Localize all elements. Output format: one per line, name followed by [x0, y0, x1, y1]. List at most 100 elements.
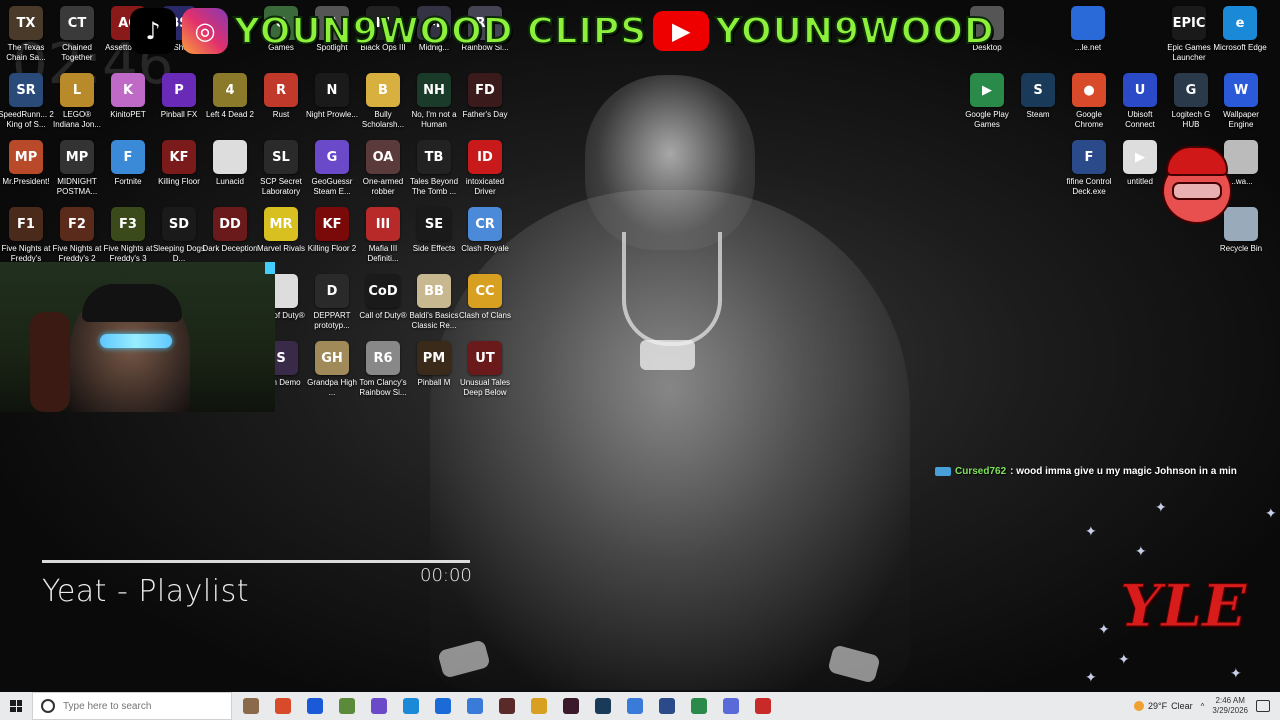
app-icon [213, 140, 247, 174]
desktop-icon[interactable]: ● Google Chrome [1064, 70, 1114, 132]
desktop-icon-label: Rust [272, 110, 290, 119]
desktop-icon-label: Mafia III Definiti... [367, 244, 399, 263]
desktop-icon[interactable]: B Bully Scholarsh... [358, 70, 408, 132]
search-input[interactable] [61, 699, 215, 713]
weather-desc: Clear [1171, 701, 1193, 711]
app-icon: III [366, 207, 400, 241]
desktop-icon[interactable]: W Wallpaper Engine [1216, 70, 1266, 132]
desktop-icon[interactable]: G GeoGuessr Steam E... [307, 137, 357, 199]
taskbar-clock[interactable]: 2:46 AM 3/29/2026 [1212, 696, 1248, 716]
desktop-icon[interactable]: MP Mr.President! [1, 137, 51, 199]
desktop-icon[interactable]: UT Unusual Tales Deep Below [460, 338, 510, 400]
desktop-icon-label: Five Nights at Freddy's 2 [52, 244, 102, 263]
desktop-icon[interactable]: G Logitech G HUB [1166, 70, 1216, 132]
start-button[interactable] [0, 692, 32, 720]
taskbar-app-file-app[interactable] [238, 692, 264, 720]
app-icon: BB [417, 274, 451, 308]
desktop-icon[interactable]: F2 Five Nights at Freddy's 2 [52, 204, 102, 266]
desktop-icon[interactable]: TB Tales Beyond The Tomb ... [409, 137, 459, 199]
taskbar-app-facebook-app[interactable] [302, 692, 328, 720]
desktop-icon[interactable]: CT Chained Together [52, 3, 102, 65]
desktop-icon[interactable]: CR Clash Royale [460, 204, 510, 266]
taskbar-app-obs-app[interactable] [558, 692, 584, 720]
app-icon: SL [264, 140, 298, 174]
desktop-icon[interactable]: MR Marvel Rivals [256, 204, 306, 266]
desktop-icon[interactable]: Ffifine Control Deck.exe [1064, 137, 1114, 199]
desktop-icon[interactable]: SD Sleeping Dogs D... [153, 204, 205, 266]
desktop-icon[interactable]: ▶ Google Play Games [962, 70, 1012, 132]
notification-icon[interactable] [1256, 700, 1270, 712]
desktop-icon[interactable]: ID intoxicated Driver [460, 137, 510, 199]
desktop-icon[interactable]: DD Dark Deception [202, 204, 258, 266]
taskbar-search[interactable] [32, 692, 232, 720]
desktop-icon-label: Lunacid [215, 177, 245, 186]
desktop-icon[interactable]: R6 Tom Clancy's Rainbow Si... [358, 338, 408, 400]
desktop-icon-label: fifine Control Deck.exe [1066, 177, 1112, 196]
desktop-icon[interactable]: U Ubisoft Connect [1115, 70, 1165, 132]
desktop-icon[interactable]: PM Pinball M [409, 338, 459, 400]
desktop-icon[interactable]: III Mafia III Definiti... [358, 204, 408, 266]
desktop-icon[interactable]: CC Clash of Clans [458, 271, 512, 333]
desktop-icon[interactable]: N Night Prowle... [306, 70, 358, 132]
explorer-app-icon [531, 698, 547, 714]
taskbar-app-media-app[interactable] [622, 692, 648, 720]
app-icon: F1 [9, 207, 43, 241]
desktop-icon[interactable]: FD Father's Day [460, 70, 510, 132]
app-icon: EPIC [1172, 6, 1206, 40]
taskbar-app-chrome-app[interactable] [270, 692, 296, 720]
desktop-icon[interactable]: SE Side Effects [409, 204, 459, 266]
app-icon: K [111, 73, 145, 107]
app-icon: KF [162, 140, 196, 174]
desktop-icon[interactable]: L LEGO® Indiana Jon... [52, 70, 102, 132]
desktop-icon[interactable]: K KinitoPET [103, 70, 153, 132]
desktop-icon[interactable]: MP MIDNIGHT POSTMA... [52, 137, 102, 199]
desktop-icon[interactable]: TX The Texas Chain Sa... [1, 3, 51, 65]
desktop-icon[interactable]: NH No, I'm not a Human [409, 70, 459, 132]
desktop-icon[interactable]: S Steam [1013, 70, 1063, 132]
desktop-icon[interactable]: F Fortnite [103, 137, 153, 199]
desktop-icon[interactable]: ...le.net [1063, 3, 1113, 65]
desktop-icon[interactable]: OA One-armed robber [358, 137, 408, 199]
taskbar-app-discord-app[interactable] [718, 692, 744, 720]
wallpaper-figure-head [585, 75, 755, 250]
app-icon: F [1072, 140, 1106, 174]
taskbar-app-explorer-app[interactable] [526, 692, 552, 720]
music-time: 00:00 [420, 565, 472, 586]
taskbar-app-mail-app[interactable] [462, 692, 488, 720]
desktop-icon[interactable]: P Pinball FX [154, 70, 204, 132]
desktop-icon[interactable]: BB Baldi's Basics Classic Re... [409, 271, 459, 333]
desktop-icon[interactable]: R Rust [256, 70, 306, 132]
desktop-icon[interactable]: D DEPPART prototyp... [307, 271, 357, 333]
taskbar-app-roblox-app[interactable] [494, 692, 520, 720]
taskbar-app-steam-app[interactable] [590, 692, 616, 720]
taskbar: 29°F Clear ^ 2:46 AM 3/29/2026 [0, 692, 1280, 720]
desktop-icon[interactable]: F3 Five Nights at Freddy's 3 [103, 204, 153, 266]
desktop-icon-label: intoxicated Driver [465, 177, 505, 196]
taskbar-app-minecraft-app[interactable] [334, 692, 360, 720]
chevron-up-icon[interactable]: ^ [1201, 702, 1205, 711]
desktop-icon[interactable]: GH Grandpa High ... [307, 338, 357, 400]
desktop-icon[interactable]: 4 Left 4 Dead 2 [205, 70, 255, 132]
taskbar-app-copilot-app[interactable] [366, 692, 392, 720]
desktop-icon-label: Baldi's Basics Classic Re... [409, 311, 459, 330]
weather-widget[interactable]: 29°F Clear [1134, 701, 1193, 711]
desktop-icon[interactable]: SL SCP Secret Laboratory [256, 137, 306, 199]
desktop-icon-label: Clash of Clans [458, 311, 512, 320]
desktop-icon[interactable]: e Microsoft Edge [1213, 3, 1267, 65]
tiktok-icon: ♪ [130, 8, 176, 54]
app-icon: SE [417, 207, 451, 241]
desktop-icon[interactable]: EPIC Epic Games Launcher [1164, 3, 1214, 65]
taskbar-app-r6-app[interactable] [750, 692, 776, 720]
desktop-icon[interactable]: KF Killing Floor [154, 137, 204, 199]
taskbar-app-fifine-app[interactable] [654, 692, 680, 720]
desktop-icon[interactable]: KF Killing Floor 2 [307, 204, 357, 266]
desktop-icon[interactable]: CoD Call of Duty® [358, 271, 408, 333]
app-icon: e [1223, 6, 1257, 40]
taskbar-app-xbox-app[interactable] [686, 692, 712, 720]
taskbar-app-edge-app[interactable] [398, 692, 424, 720]
sparkle-icon: ✦ [1118, 652, 1130, 668]
desktop-icon[interactable]: SR SpeedRunn... 2 King of S... [0, 70, 54, 132]
desktop-icon[interactable]: Lunacid [205, 137, 255, 199]
desktop-icon[interactable]: F1 Five Nights at Freddy's [1, 204, 51, 266]
taskbar-app-store-app[interactable] [430, 692, 456, 720]
